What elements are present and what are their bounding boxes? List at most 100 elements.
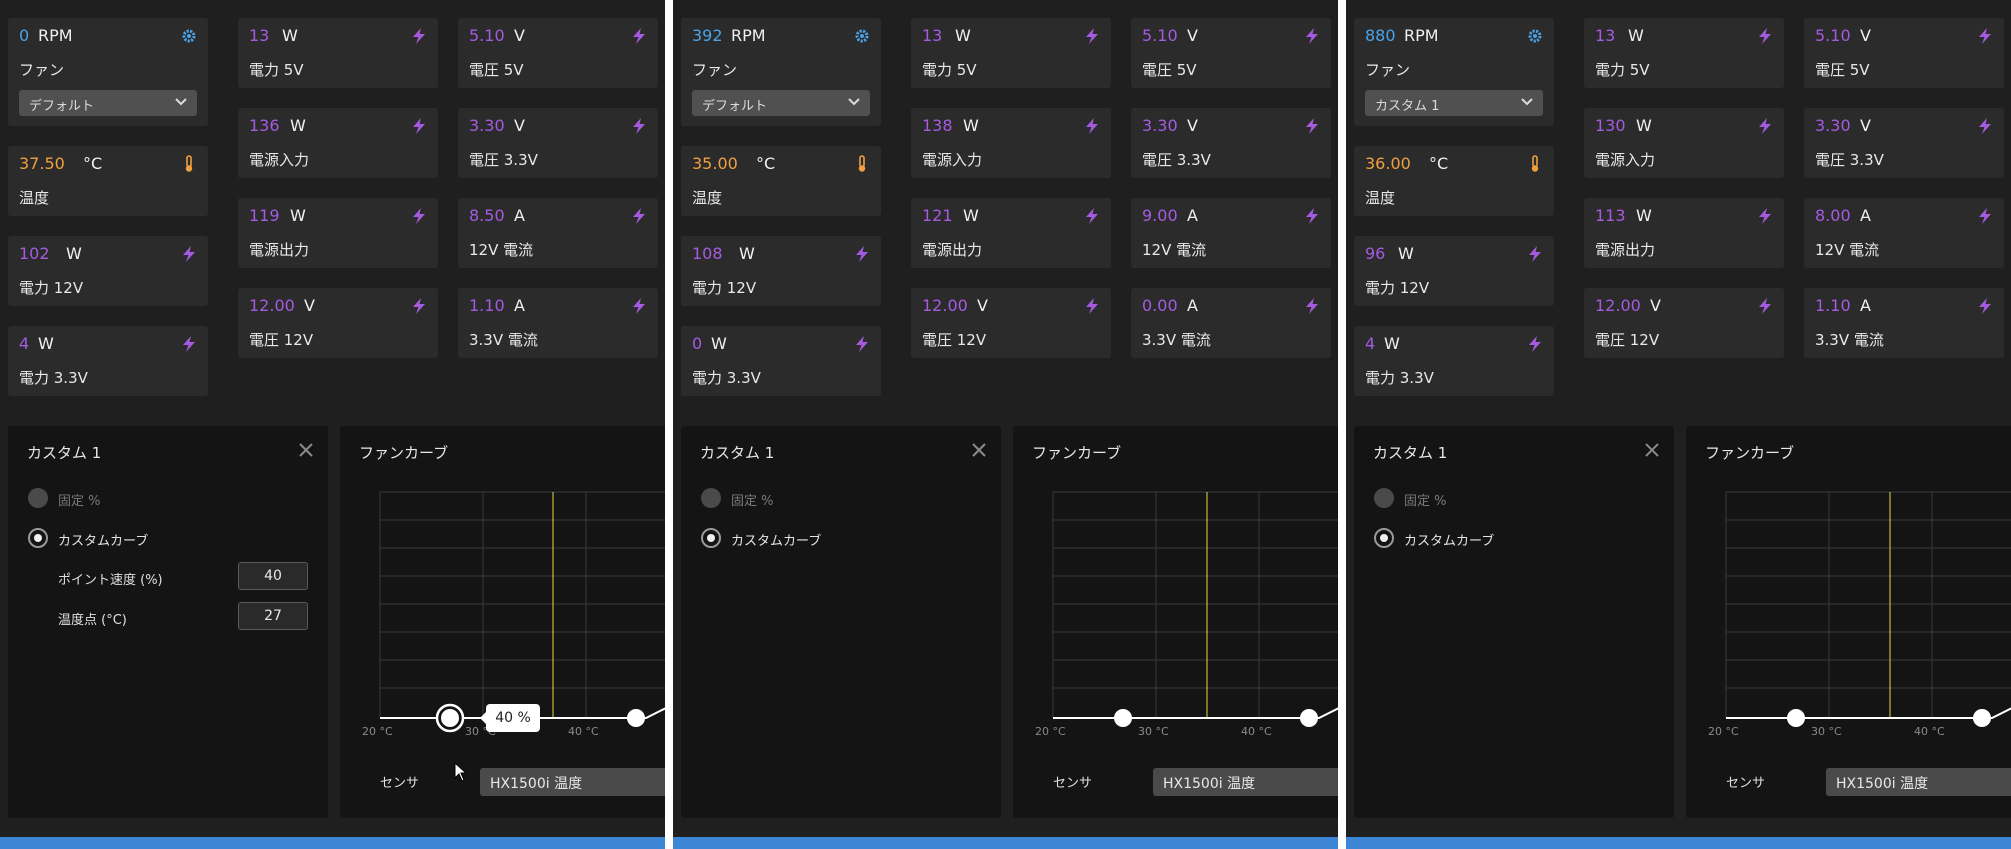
lightning-icon [413, 118, 425, 134]
volt-unit: V [977, 296, 988, 315]
current-33v-tile: 1.10 A 3.3V 電流 [458, 288, 658, 358]
fan-mode-dropdown[interactable]: カスタム 1 [1365, 90, 1543, 116]
custom-curve-radio[interactable] [28, 528, 48, 548]
current-12v-label: 12V 電流 [469, 241, 534, 259]
voltage-33v-value: 3.30 [469, 116, 505, 135]
lightning-icon [1759, 208, 1771, 224]
fixed-percent-label: 固定 % [731, 494, 774, 509]
power-input-tile: 130 W 電源入力 [1584, 108, 1784, 178]
temp-point-input[interactable]: 27 [238, 602, 308, 630]
power-12v-tile: 102 W 電力 12V [8, 236, 208, 306]
sensor-label: センサ [1726, 776, 1766, 791]
fan-curve-card: ファンカーブ 20 °C 30 °C 40 °C センサ HX1500i 温度 [1013, 426, 1338, 818]
voltage-12v-value: 12.00 [249, 296, 295, 315]
power-5v-value: 13 [249, 26, 270, 45]
monitor-panel-3: 880 RPM ファン カスタム 1 36.00 °C 温度 96 W 電力 1… [1346, 0, 2011, 849]
power-5v-tile: 13 W 電力 5V [1584, 18, 1784, 88]
point-speed-input[interactable]: 40 [238, 562, 308, 590]
monitor-panel-2: 392 RPM ファン デフォルト 35.00 °C 温度 108 W 電力 1… [673, 0, 1338, 849]
x-tick: 40 °C [1241, 725, 1272, 738]
fixed-percent-radio[interactable] [701, 488, 721, 508]
curve-point [1973, 709, 1991, 727]
fan-curve-card: ファンカーブ 20 °C 30 °C 40 °C 40 % センサ HX1500… [340, 426, 665, 818]
curve-point [1114, 709, 1132, 727]
fan-mode-value: デフォルト [29, 99, 95, 114]
power-5v-value: 13 [922, 26, 943, 45]
lightning-icon [1979, 28, 1991, 44]
voltage-5v-tile: 5.10 V 電圧 5V [1131, 18, 1331, 88]
fan-curve-chart[interactable] [1686, 426, 2011, 766]
voltage-12v-value: 12.00 [922, 296, 968, 315]
voltage-12v-tile: 12.00 V 電圧 12V [238, 288, 438, 358]
power-33v-tile: 4 W 電力 3.3V [8, 326, 208, 396]
custom-curve-radio[interactable] [1374, 528, 1394, 548]
amp-unit: A [1187, 296, 1198, 315]
fixed-percent-radio[interactable] [28, 488, 48, 508]
power-input-tile: 136 W 電源入力 [238, 108, 438, 178]
close-icon[interactable] [971, 442, 987, 458]
lightning-icon [1759, 118, 1771, 134]
power-input-value: 130 [1595, 116, 1626, 135]
mouse-pointer-icon [454, 762, 468, 782]
watt-unit: W [963, 206, 979, 225]
power-33v-value: 4 [19, 334, 30, 353]
fixed-percent-label: 固定 % [58, 494, 101, 509]
x-tick: 30 °C [1138, 725, 1169, 738]
close-icon[interactable] [298, 442, 314, 458]
power-output-label: 電源出力 [1595, 241, 1656, 259]
voltage-5v-label: 電圧 5V [1142, 61, 1197, 79]
lightning-icon [413, 208, 425, 224]
sensor-select[interactable]: HX1500i 温度 [480, 768, 665, 796]
lightning-icon [1306, 118, 1318, 134]
fan-tile: 392 RPM ファン デフォルト [681, 18, 881, 126]
chevron-down-icon [848, 98, 860, 106]
fan-label: ファン [692, 61, 738, 79]
power-input-label: 電源入力 [249, 151, 310, 169]
gear-icon[interactable] [181, 27, 197, 45]
x-tick: 40 °C [1914, 725, 1945, 738]
volt-unit: V [1650, 296, 1661, 315]
gear-icon[interactable] [1527, 27, 1543, 45]
voltage-12v-tile: 12.00 V 電圧 12V [1584, 288, 1784, 358]
power-12v-value: 102 [19, 244, 50, 263]
sensor-select[interactable]: HX1500i 温度 [1826, 768, 2011, 796]
fan-label: ファン [1365, 61, 1411, 79]
custom-curve-label: カスタムカーブ [731, 534, 822, 549]
current-12v-tile: 9.00 A 12V 電流 [1131, 198, 1331, 268]
watt-unit: W [66, 244, 82, 263]
close-icon[interactable] [1644, 442, 1660, 458]
power-33v-label: 電力 3.3V [19, 369, 88, 387]
fan-rpm-value: 880 [1365, 26, 1396, 45]
fan-mode-dropdown[interactable]: デフォルト [19, 90, 197, 116]
custom-profile-card: カスタム 1 固定 % カスタムカーブ ポイント速度 (%) 40 温度点 (°… [8, 426, 328, 818]
temp-tile: 36.00 °C 温度 [1354, 146, 1554, 216]
volt-unit: V [1187, 116, 1198, 135]
gear-icon[interactable] [854, 27, 870, 45]
current-33v-tile: 0.00 A 3.3V 電流 [1131, 288, 1331, 358]
lightning-icon [633, 118, 645, 134]
voltage-12v-value: 12.00 [1595, 296, 1641, 315]
lightning-icon [1306, 298, 1318, 314]
volt-unit: V [514, 116, 525, 135]
current-33v-label: 3.3V 電流 [1815, 331, 1884, 349]
current-33v-value: 1.10 [1815, 296, 1851, 315]
temp-label: 温度 [19, 189, 50, 207]
fan-tile: 880 RPM ファン カスタム 1 [1354, 18, 1554, 126]
lightning-icon [1086, 298, 1098, 314]
voltage-12v-tile: 12.00 V 電圧 12V [911, 288, 1111, 358]
sensor-select[interactable]: HX1500i 温度 [1153, 768, 1338, 796]
fixed-percent-radio[interactable] [1374, 488, 1394, 508]
curve-point [1300, 709, 1318, 727]
current-12v-value: 9.00 [1142, 206, 1178, 225]
lightning-icon [413, 28, 425, 44]
fan-curve-chart[interactable] [1013, 426, 1338, 766]
power-output-value: 121 [922, 206, 953, 225]
custom-curve-radio[interactable] [701, 528, 721, 548]
lightning-icon [856, 246, 868, 262]
power-5v-tile: 13 W 電力 5V [238, 18, 438, 88]
power-5v-label: 電力 5V [1595, 61, 1650, 79]
power-input-value: 138 [922, 116, 953, 135]
power-12v-label: 電力 12V [19, 279, 84, 297]
fan-mode-dropdown[interactable]: デフォルト [692, 90, 870, 116]
watt-unit: W [1636, 206, 1652, 225]
